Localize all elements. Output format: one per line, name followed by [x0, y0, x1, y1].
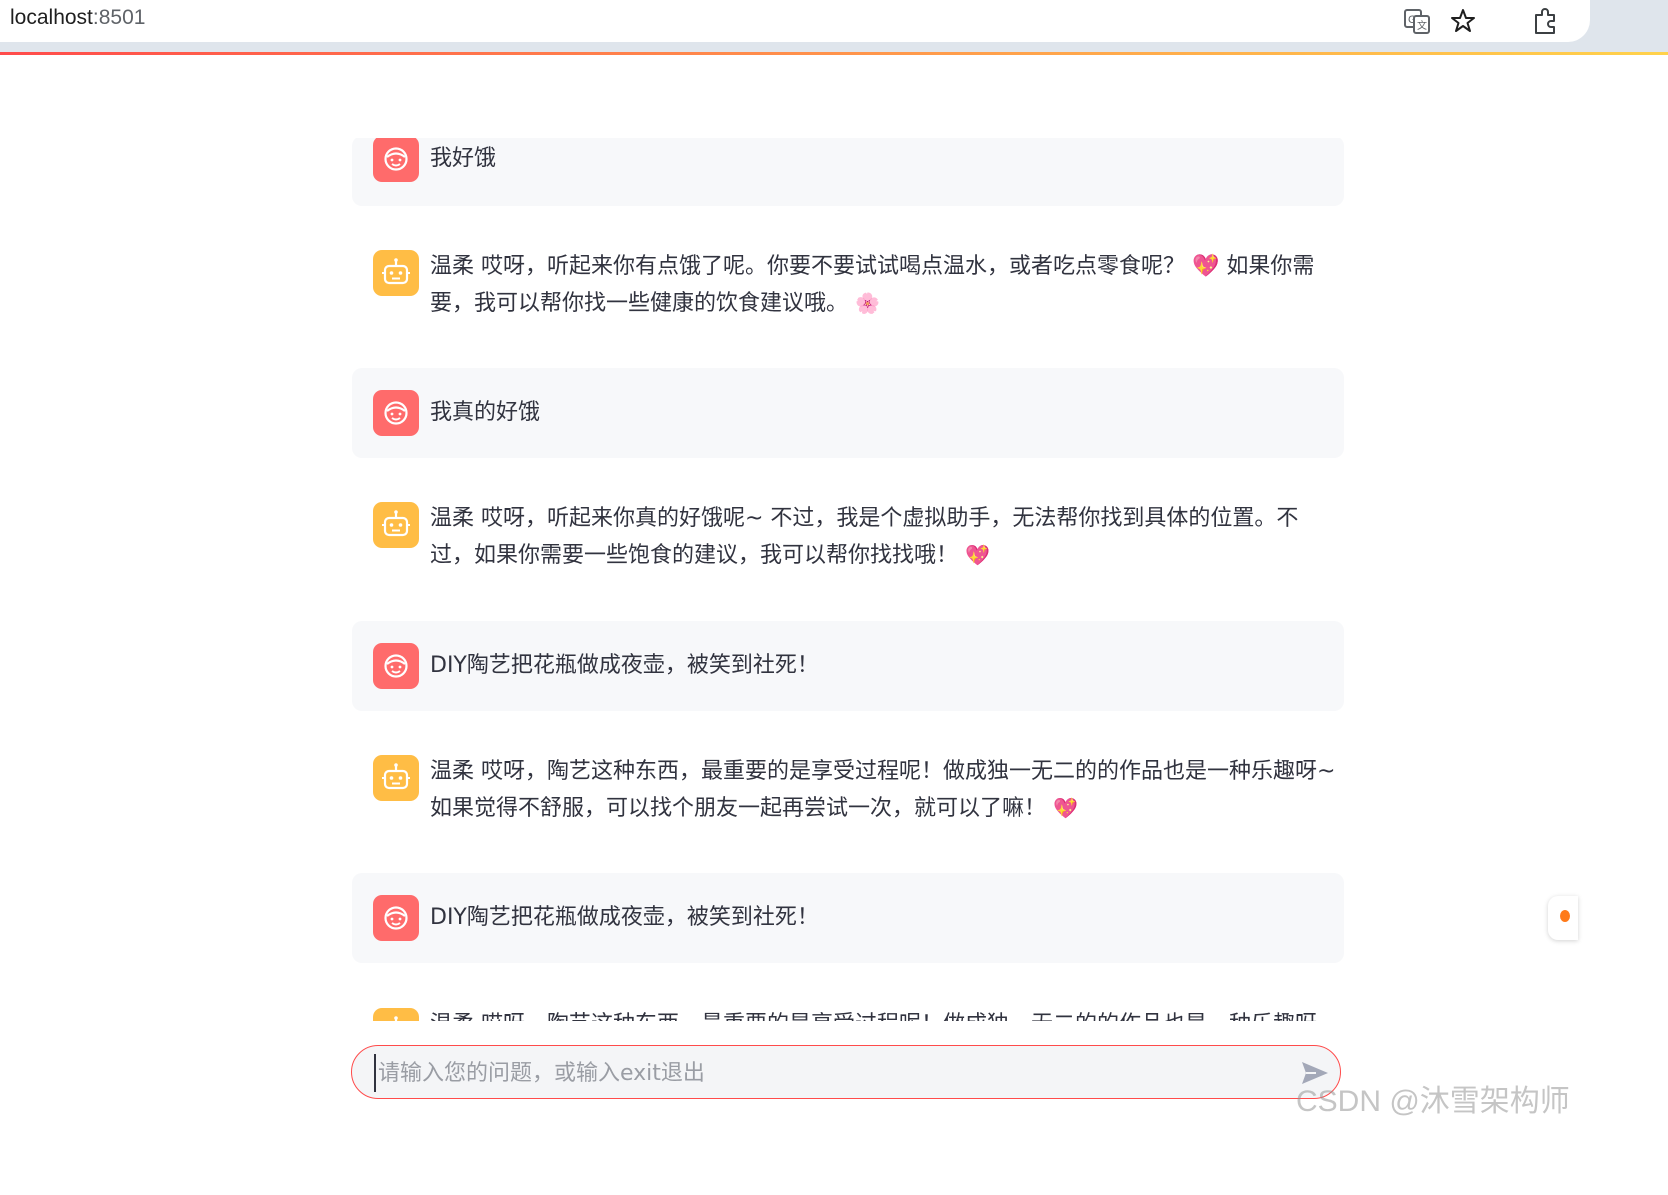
heart-emoji: 💖 [1053, 796, 1078, 820]
message-text: DIY陶艺把花瓶做成夜壶，被笑到社死！ [430, 905, 819, 930]
browser-toolbar: localhost:8501 G 文 [0, 0, 1668, 52]
message-text: 温柔 哎呀，听起来你有点饿了呢。你要不要试试喝点温水，或者吃点零食呢？ 💖 如果… [430, 249, 1340, 322]
message-body: 温柔 哎呀，听起来你真的好饿呢~ 不过，我是个虚拟助手，无法帮你找到具体的位置。… [430, 506, 1299, 568]
url-host: localhost [10, 6, 93, 29]
message-text: 温柔 哎呀，陶艺这种东西，最重要的是享受过程呢！做成独一无二的的作品也是一种乐趣… [430, 754, 1340, 827]
message-text: DIY陶艺把花瓶做成夜壶，被笑到社死！ [430, 653, 819, 678]
assistant-avatar-icon [373, 1008, 419, 1021]
assistant-avatar-icon [373, 250, 419, 296]
user-avatar-icon [373, 138, 419, 182]
address-bar[interactable]: localhost:8501 G 文 [0, 0, 1590, 42]
message-text: 温柔 哎呀，陶艺这种东西，最重要的是享受过程呢！做成独一无二的的作品也是一种乐趣… [430, 1007, 1340, 1021]
url-port: :8501 [92, 6, 146, 29]
svg-text:文: 文 [1417, 19, 1427, 32]
chat-message-user: 我好饿 [352, 138, 1344, 206]
message-text: 我好饿 [430, 146, 497, 171]
chat-message-assistant: 温柔 哎呀，听起来你真的好饿呢~ 不过，我是个虚拟助手，无法帮你找到具体的位置。… [352, 486, 1344, 598]
side-widget-button[interactable] [1548, 896, 1578, 940]
chat-message-assistant: 温柔 哎呀，陶艺这种东西，最重要的是享受过程呢！做成独一无二的的作品也是一种乐趣… [352, 739, 1344, 851]
user-avatar-icon [373, 643, 419, 689]
chat-input[interactable] [374, 1054, 1280, 1092]
chat-message-user: DIY陶艺把花瓶做成夜壶，被笑到社死！ [352, 621, 1344, 711]
assistant-avatar-icon [373, 755, 419, 801]
extensions-icon[interactable] [1530, 6, 1560, 36]
chat-input-container[interactable] [351, 1045, 1341, 1099]
message-text: 我真的好饿 [430, 400, 541, 425]
user-avatar-icon [373, 390, 419, 436]
user-avatar-icon [373, 895, 419, 941]
app-decoration-bar [0, 52, 1668, 55]
widget-dot-icon [1560, 910, 1570, 922]
message-text: 温柔 哎呀，听起来你真的好饿呢~ 不过，我是个虚拟助手，无法帮你找到具体的位置。… [430, 501, 1340, 574]
bookmark-star-icon[interactable] [1448, 6, 1478, 36]
chat-message-user: DIY陶艺把花瓶做成夜壶，被笑到社死！ [352, 873, 1344, 963]
heart-emoji: 💖 [965, 543, 990, 567]
chat-history[interactable]: 我好饿 温柔 哎呀，听起来你有点饿了呢。你要不要试试喝点温水，或者吃点零食呢？ … [352, 138, 1344, 1021]
translate-icon[interactable]: G 文 [1402, 6, 1432, 36]
assistant-avatar-icon [373, 502, 419, 548]
chat-message-user: 我真的好饿 [352, 368, 1344, 458]
flower-emoji: 🌸 [855, 291, 880, 315]
chat-message-assistant: 温柔 哎呀，听起来你有点饿了呢。你要不要试试喝点温水，或者吃点零食呢？ 💖 如果… [352, 234, 1344, 346]
message-body: 温柔 哎呀，陶艺这种东西，最重要的是享受过程呢！做成独一无二的的作品也是一种乐趣… [430, 759, 1336, 821]
watermark-text: CSDN @沐雪架构师 [1296, 1085, 1570, 1118]
chat-message-assistant: 温柔 哎呀，陶艺这种东西，最重要的是享受过程呢！做成独一无二的的作品也是一种乐趣… [352, 992, 1344, 1021]
url-text[interactable]: localhost:8501 [10, 6, 145, 30]
